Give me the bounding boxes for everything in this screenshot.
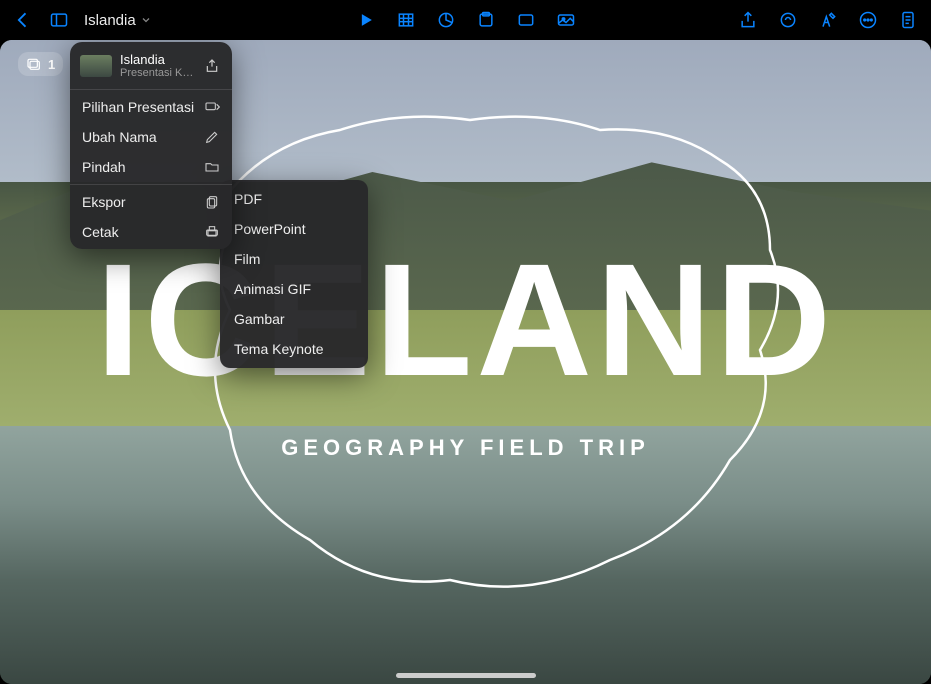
menu-label: Pindah [82,159,126,175]
document-menu-popover: Islandia Presentasi Keynote… Pilihan Pre… [70,42,232,249]
document-title: Islandia [84,12,136,29]
folder-icon [204,159,220,175]
slide-navigator-badge[interactable]: 1 [18,52,63,76]
popover-subtitle: Presentasi Keynote… [120,67,196,79]
back-icon[interactable] [12,9,34,31]
export-submenu: PDF PowerPoint Film Animasi GIF Gambar T… [220,180,368,368]
submenu-label: Gambar [234,311,285,327]
table-icon[interactable] [395,9,417,31]
top-toolbar: Islandia [0,0,931,40]
export-pdf[interactable]: PDF [220,184,368,214]
menu-rename[interactable]: Ubah Nama [70,122,232,152]
popover-separator [70,184,232,185]
sidebar-icon[interactable] [48,9,70,31]
document-thumbnail [80,55,112,77]
shape-icon[interactable] [515,9,537,31]
more-icon[interactable] [857,9,879,31]
slide-count: 1 [48,57,55,72]
play-icon[interactable] [355,9,377,31]
hero-subtitle: GEOGRAPHY FIELD TRIP [0,435,931,461]
popover-title: Islandia [120,52,196,67]
menu-label: Pilihan Presentasi [82,99,194,115]
media-icon[interactable] [555,9,577,31]
submenu-label: Film [234,251,260,267]
text-icon[interactable] [475,9,497,31]
share-icon[interactable] [737,9,759,31]
submenu-label: PDF [234,191,262,207]
home-indicator [396,673,536,678]
popover-header: Islandia Presentasi Keynote… [70,42,232,87]
chart-icon[interactable] [435,9,457,31]
document-title-button[interactable]: Islandia [84,12,152,29]
collaborate-icon[interactable] [777,9,799,31]
presentation-settings-icon [204,99,220,115]
menu-label: Ubah Nama [82,129,157,145]
menu-presentation-options[interactable]: Pilihan Presentasi [70,92,232,122]
menu-print[interactable]: Cetak [70,217,232,247]
export-powerpoint[interactable]: PowerPoint [220,214,368,244]
menu-move[interactable]: Pindah [70,152,232,182]
menu-label: Ekspor [82,194,126,210]
document-options-icon[interactable] [897,9,919,31]
export-gif[interactable]: Animasi GIF [220,274,368,304]
print-icon [204,224,220,240]
export-icon [204,194,220,210]
toolbar-right [737,9,919,31]
menu-export[interactable]: Ekspor [70,187,232,217]
chevron-down-icon [140,14,152,26]
menu-label: Cetak [82,224,119,240]
submenu-label: Tema Keynote [234,341,324,357]
slide-stack-icon [26,56,42,72]
toolbar-center [355,9,577,31]
submenu-label: PowerPoint [234,221,306,237]
pencil-icon [204,129,220,145]
toolbar-left: Islandia [12,9,152,31]
submenu-label: Animasi GIF [234,281,311,297]
export-movie[interactable]: Film [220,244,368,274]
popover-separator [70,89,232,90]
popover-titles: Islandia Presentasi Keynote… [120,52,196,79]
share-document-icon[interactable] [204,58,222,74]
format-icon[interactable] [817,9,839,31]
hero-title: ICELAND [0,240,931,400]
export-image[interactable]: Gambar [220,304,368,334]
export-keynote-theme[interactable]: Tema Keynote [220,334,368,364]
